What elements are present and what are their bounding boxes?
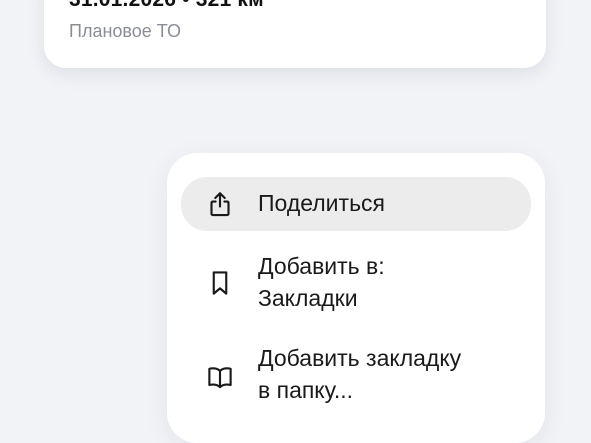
menu-item-share[interactable]: Поделиться [181,177,531,231]
record-date-mileage: 31.01.2026 • 321 км [69,0,264,12]
menu-item-label: Добавить в: Закладки [258,253,385,311]
menu-item-add-to-bookmarks[interactable]: Добавить в: Закладки [181,243,531,323]
share-icon [205,189,235,219]
book-icon [205,362,235,392]
menu-item-add-bookmark-to-folder[interactable]: Добавить закладку в папку... [181,335,531,415]
menu-item-label: Поделиться [258,190,386,216]
context-menu: Поделиться Добавить в: Закладки Добавить… [167,153,545,443]
bookmark-icon [205,268,235,298]
maintenance-record-card[interactable]: 31.01.2026 • 321 км Плановое ТО [44,0,546,68]
menu-item-label: Добавить закладку в папку... [258,345,462,403]
record-type: Плановое ТО [69,21,181,41]
